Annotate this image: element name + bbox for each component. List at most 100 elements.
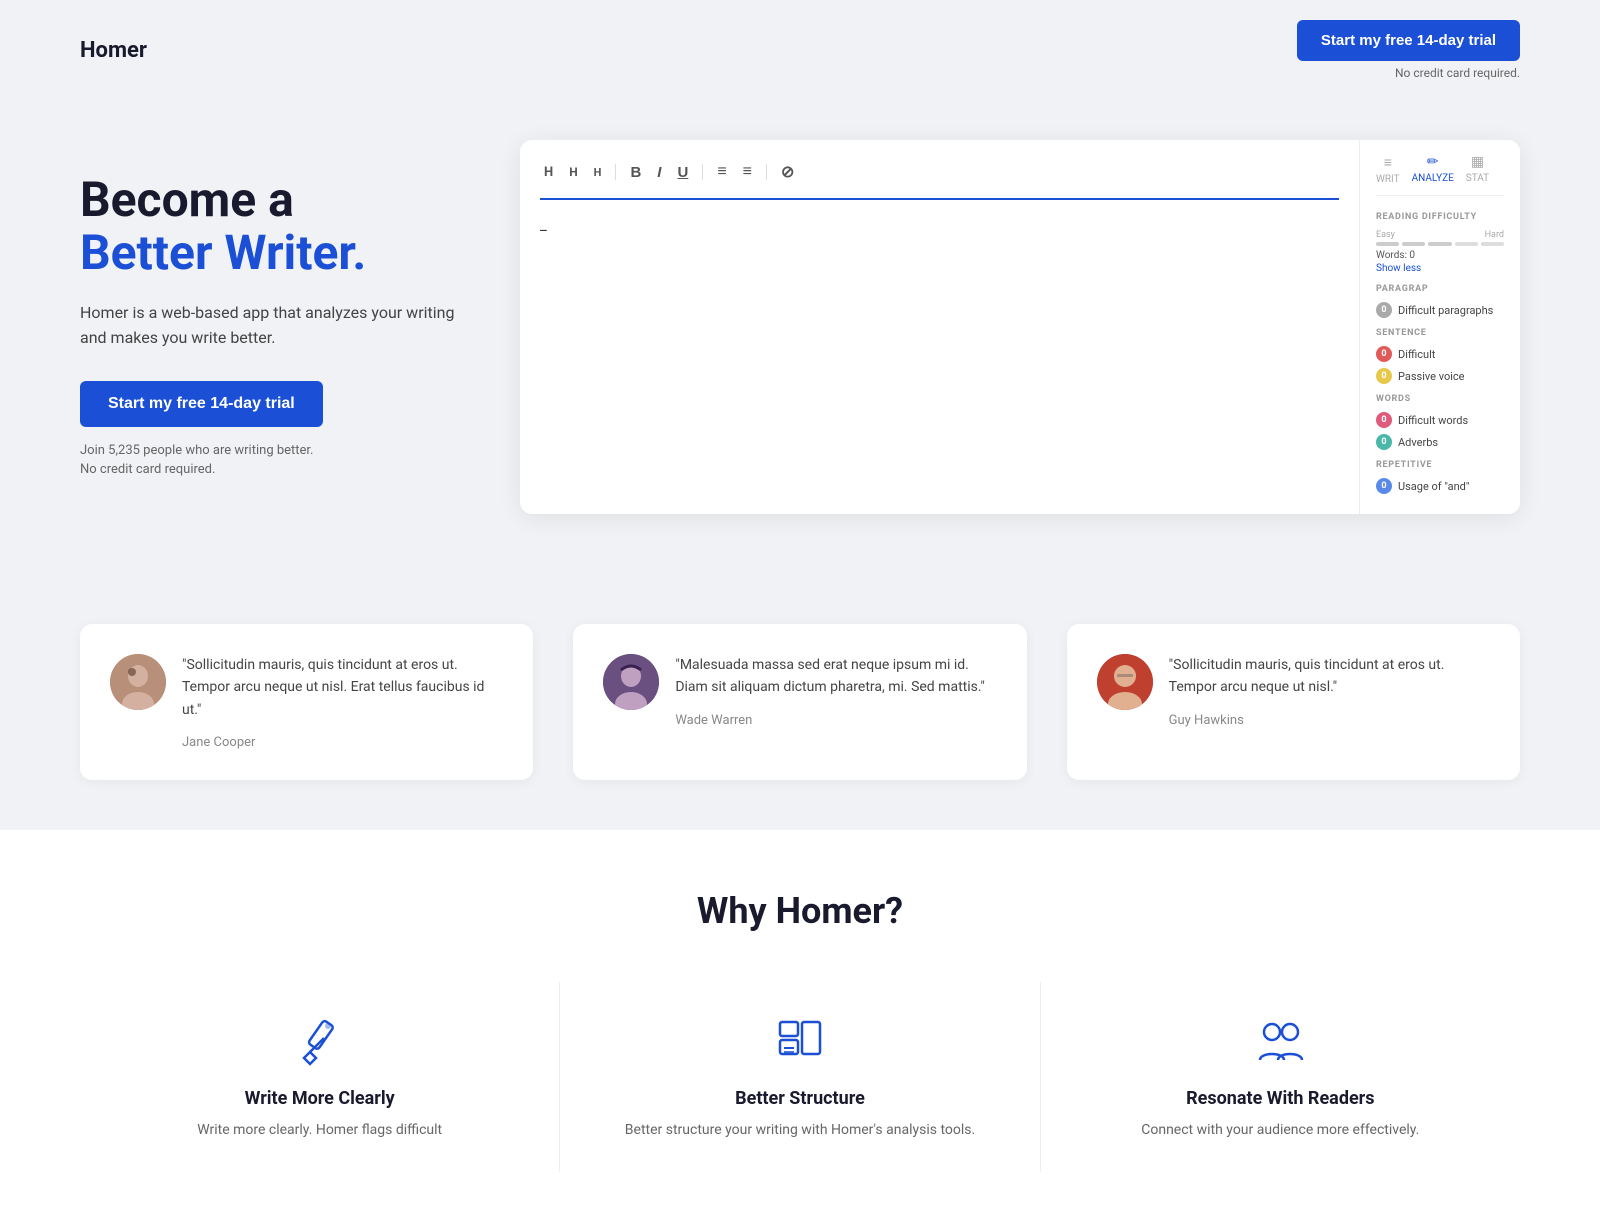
testimonial-2: "Malesuada massa sed erat neque ipsum mi… <box>573 624 1026 780</box>
features-grid: Write More Clearly Write more clearly. H… <box>80 982 1520 1171</box>
analyze-icon: ✏ <box>1427 154 1439 170</box>
passive-voice-dot: 0 <box>1376 368 1392 384</box>
hero-cta-button[interactable]: Start my free 14-day trial <box>80 381 323 427</box>
testimonial-1: "Sollicitudin mauris, quis tincidunt at … <box>80 624 533 780</box>
toolbar-separator3 <box>766 164 767 180</box>
feature-resonate: Resonate With Readers Connect with your … <box>1041 982 1520 1171</box>
easy-label: Easy <box>1376 230 1395 240</box>
difficult-words-dot: 0 <box>1376 412 1392 428</box>
toolbar-separator2 <box>702 164 703 180</box>
tab-write-label: WRIT <box>1376 174 1400 185</box>
write-icon: ≡ <box>1384 154 1392 171</box>
feature-better-structure: Better Structure Better structure your w… <box>560 982 1040 1171</box>
usage-and-row: 0 Usage of "and" <box>1376 478 1504 494</box>
toolbar-list-ol[interactable]: ≡ <box>739 161 756 183</box>
hero-description: Homer is a web-based app that analyzes y… <box>80 300 460 351</box>
testimonial-1-text: "Sollicitudin mauris, quis tincidunt at … <box>182 654 503 721</box>
tab-write[interactable]: ≡ WRIT <box>1376 154 1400 185</box>
header-no-cc: No credit card required. <box>1395 66 1520 80</box>
editor-cursor: _ <box>540 216 547 234</box>
sentence-section-title: SENTENCE <box>1376 328 1504 338</box>
difficult-paragraphs-dot: 0 <box>1376 302 1392 318</box>
difficult-dot: 0 <box>1376 346 1392 362</box>
show-less-link[interactable]: Show less <box>1376 263 1504 274</box>
adverbs-row: 0 Adverbs <box>1376 434 1504 450</box>
toolbar-h1[interactable]: H <box>540 163 557 182</box>
editor-main: H H H B I U ≡ ≡ ⊘ _ <box>520 140 1360 514</box>
toolbar-clear[interactable]: ⊘ <box>777 160 798 184</box>
difficult-paragraphs-label: Difficult paragraphs <box>1398 304 1493 317</box>
resonate-desc: Connect with your audience more effectiv… <box>1141 1119 1419 1141</box>
header-cta-button[interactable]: Start my free 14-day trial <box>1297 20 1520 61</box>
adverbs-label: Adverbs <box>1398 436 1438 449</box>
editor-content[interactable]: _ <box>540 216 1339 416</box>
toolbar-h2[interactable]: H <box>565 163 581 181</box>
repetitive-section-title: REPETITIVE <box>1376 460 1504 470</box>
difficulty-bar <box>1376 242 1504 246</box>
hero-section: Become a Better Writer. Homer is a web-b… <box>0 100 1600 574</box>
hard-label: Hard <box>1485 230 1504 240</box>
analyze-panel: ≡ WRIT ✏ ANALYZE ▦ STAT READING DIFFICUL… <box>1360 140 1520 514</box>
feature-write-clearly: Write More Clearly Write more clearly. H… <box>80 982 560 1171</box>
difficult-row: 0 Difficult <box>1376 346 1504 362</box>
header-right: Start my free 14-day trial No credit car… <box>1297 20 1520 80</box>
paragraph-section-title: PARAGRAP <box>1376 284 1504 294</box>
resonate-name: Resonate With Readers <box>1186 1088 1374 1109</box>
words-count: Words: 0 <box>1376 250 1504 261</box>
avatar-2 <box>603 654 659 710</box>
toolbar-separator <box>615 164 616 180</box>
hero-text: Become a Better Writer. Homer is a web-b… <box>80 174 460 480</box>
avatar-2-svg <box>603 654 659 710</box>
testimonial-1-body: "Sollicitudin mauris, quis tincidunt at … <box>182 654 503 750</box>
write-clearly-icon <box>290 1012 350 1072</box>
hero-title-blue: Better Writer. <box>80 227 460 280</box>
logo: Homer <box>80 38 147 63</box>
tab-analyze[interactable]: ✏ ANALYZE <box>1412 154 1454 185</box>
testimonial-2-body: "Malesuada massa sed erat neque ipsum mi… <box>675 654 996 750</box>
difficult-words-label: Difficult words <box>1398 414 1468 427</box>
reading-difficulty-title: READING DIFFICULTY <box>1376 212 1504 222</box>
panel-tabs: ≡ WRIT ✏ ANALYZE ▦ STAT <box>1376 154 1504 196</box>
avatar-1-svg <box>110 654 166 710</box>
toolbar-italic[interactable]: I <box>653 162 665 183</box>
adverbs-dot: 0 <box>1376 434 1392 450</box>
diff-seg-5 <box>1481 242 1504 246</box>
testimonial-1-name: Jane Cooper <box>182 735 255 750</box>
header: Homer Start my free 14-day trial No cred… <box>0 0 1600 100</box>
resonate-icon <box>1250 1012 1310 1072</box>
why-title: Why Homer? <box>80 890 1520 932</box>
passive-voice-row: 0 Passive voice <box>1376 368 1504 384</box>
toolbar-list-ul[interactable]: ≡ <box>713 161 730 183</box>
testimonial-3-body: "Sollicitudin mauris, quis tincidunt at … <box>1169 654 1490 750</box>
avatar-1 <box>110 654 166 710</box>
testimonials-section: "Sollicitudin mauris, quis tincidunt at … <box>0 574 1600 830</box>
testimonial-2-text: "Malesuada massa sed erat neque ipsum mi… <box>675 654 996 699</box>
hero-title-black: Become a <box>80 174 460 227</box>
hero-sub-line1: Join 5,235 people who are writing better… <box>80 443 314 458</box>
testimonial-2-name: Wade Warren <box>675 713 752 728</box>
difficult-paragraphs-row: 0 Difficult paragraphs <box>1376 302 1504 318</box>
write-clearly-desc: Write more clearly. Homer flags difficul… <box>197 1119 442 1141</box>
testimonial-3-name: Guy Hawkins <box>1169 713 1244 728</box>
tab-stat[interactable]: ▦ STAT <box>1466 154 1489 185</box>
stat-icon: ▦ <box>1471 154 1484 170</box>
pen-icon <box>294 1016 346 1068</box>
better-structure-name: Better Structure <box>735 1088 865 1109</box>
readers-icon <box>1254 1016 1306 1068</box>
difficulty-labels: Easy Hard <box>1376 230 1504 240</box>
toolbar-h3[interactable]: H <box>590 164 606 181</box>
editor-toolbar: H H H B I U ≡ ≡ ⊘ <box>540 160 1339 200</box>
better-structure-desc: Better structure your writing with Homer… <box>625 1119 975 1141</box>
diff-seg-4 <box>1455 242 1478 246</box>
editor-card: H H H B I U ≡ ≡ ⊘ _ ≡ WRIT <box>520 140 1520 514</box>
write-clearly-name: Write More Clearly <box>245 1088 395 1109</box>
passive-voice-label: Passive voice <box>1398 370 1465 383</box>
toolbar-underline[interactable]: U <box>673 162 692 183</box>
diff-seg-1 <box>1376 242 1399 246</box>
why-section: Why Homer? Write More Clearly Write more… <box>0 830 1600 1211</box>
tab-stat-label: STAT <box>1466 173 1489 184</box>
hero-sub-line2: No credit card required. <box>80 462 215 477</box>
difficult-label: Difficult <box>1398 348 1435 361</box>
diff-seg-3 <box>1428 242 1451 246</box>
toolbar-bold[interactable]: B <box>626 162 645 183</box>
